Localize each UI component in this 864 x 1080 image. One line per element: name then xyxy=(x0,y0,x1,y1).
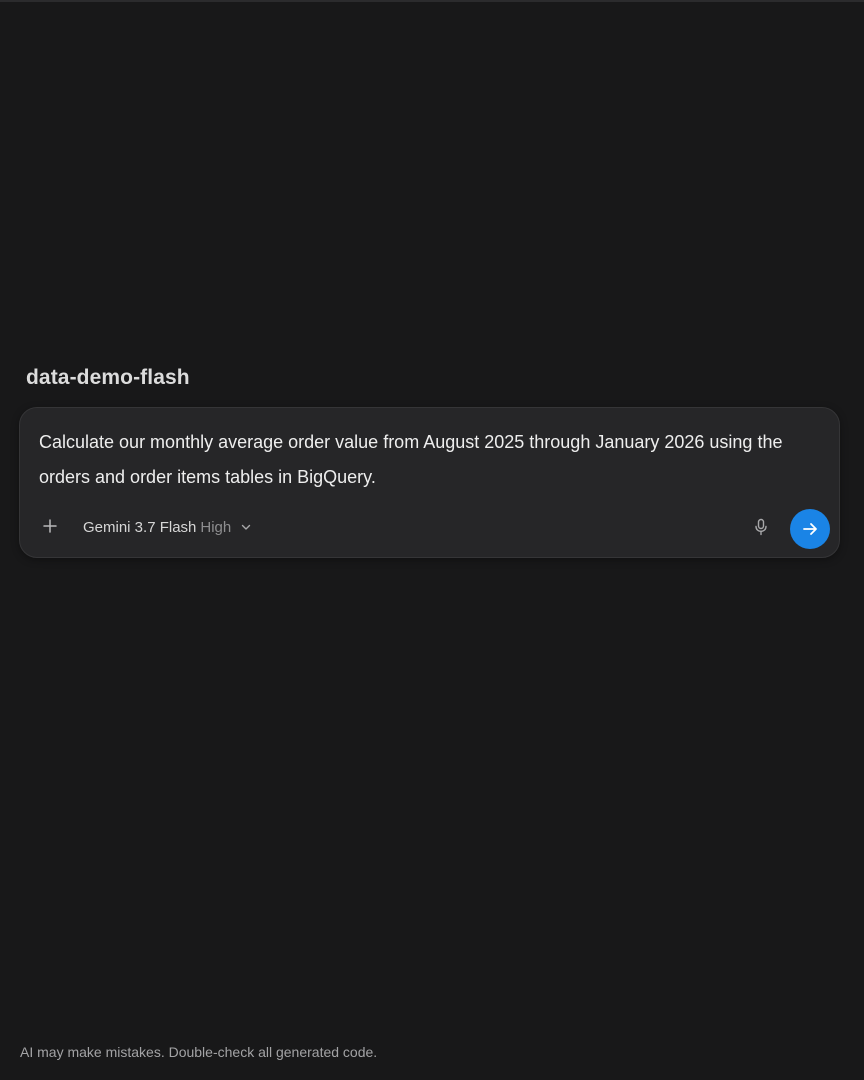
project-title: data-demo-flash xyxy=(26,366,190,389)
add-attachment-button[interactable] xyxy=(38,514,62,538)
send-button[interactable] xyxy=(790,509,830,549)
chevron-down-icon xyxy=(239,520,253,534)
voice-input-button[interactable] xyxy=(749,515,773,539)
disclaimer-text: AI may make mistakes. Double-check all g… xyxy=(20,1044,378,1060)
prompt-input[interactable]: Calculate our monthly average order valu… xyxy=(39,425,829,495)
plus-icon xyxy=(43,519,57,533)
arrow-right-icon xyxy=(803,523,817,535)
composer-toolbar: Gemini 3.7 Flash High xyxy=(20,508,839,550)
top-divider xyxy=(0,0,864,2)
model-mode: High xyxy=(200,518,232,536)
model-selector[interactable]: Gemini 3.7 Flash High xyxy=(83,515,253,539)
model-name: Gemini 3.7 Flash xyxy=(83,518,197,536)
microphone-icon xyxy=(755,518,767,536)
prompt-composer: Calculate our monthly average order valu… xyxy=(19,407,840,558)
